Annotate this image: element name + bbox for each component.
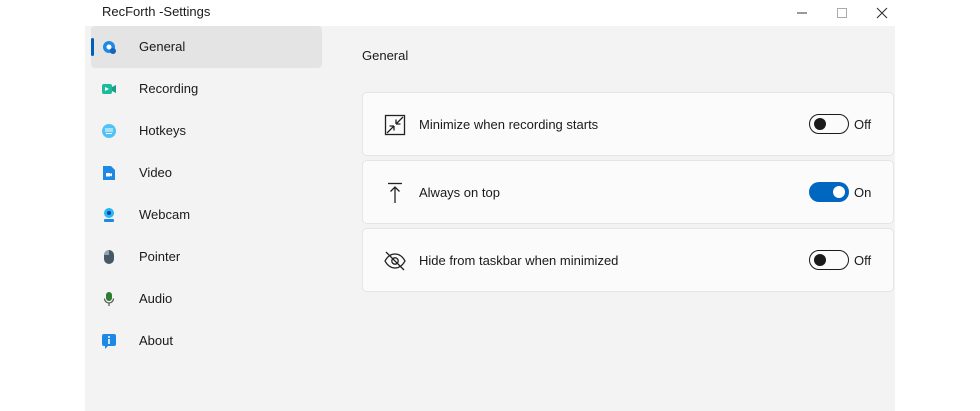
toggle-knob xyxy=(814,117,826,130)
pin-to-top-icon xyxy=(388,182,402,203)
close-icon xyxy=(876,7,888,19)
setting-label: Hide from taskbar when minimized xyxy=(419,253,619,268)
window-title: RecForth -Settings xyxy=(102,4,211,19)
toggle-state-text: On xyxy=(854,185,872,200)
sidebar: General Recording Hotkeys Video Webcam P… xyxy=(85,26,330,411)
keyboard-icon xyxy=(102,124,116,138)
mouse-icon xyxy=(104,250,114,264)
minimize-on-record-toggle[interactable] xyxy=(809,114,849,134)
setting-card-minimize-on-record: Minimize when recording starts Off xyxy=(362,92,894,156)
sidebar-item-label: About xyxy=(139,333,173,348)
sidebar-item-webcam[interactable]: Webcam xyxy=(91,194,322,236)
settings-content: General Minimize when recording starts O… xyxy=(330,26,895,411)
minimize-window-icon xyxy=(384,114,406,136)
info-icon xyxy=(102,334,116,349)
sidebar-item-general[interactable]: General xyxy=(91,26,322,68)
sidebar-item-video[interactable]: Video xyxy=(91,152,322,194)
title-bar: RecForth -Settings xyxy=(85,0,895,26)
minimize-icon xyxy=(797,12,807,14)
sidebar-item-audio[interactable]: Audio xyxy=(91,278,322,320)
sidebar-item-pointer[interactable]: Pointer xyxy=(91,236,322,278)
toggle-knob xyxy=(833,186,845,198)
gear-icon xyxy=(103,41,116,54)
sidebar-item-label: Audio xyxy=(139,291,173,306)
setting-card-always-on-top: Always on top On xyxy=(362,160,894,224)
always-on-top-toggle[interactable] xyxy=(809,182,849,202)
setting-label: Minimize when recording starts xyxy=(419,117,599,132)
maximize-icon xyxy=(837,8,847,18)
eye-off-icon xyxy=(384,251,406,271)
setting-card-hide-from-taskbar: Hide from taskbar when minimized Off xyxy=(362,228,894,292)
video-camera-icon xyxy=(102,84,116,94)
video-file-icon xyxy=(103,166,115,180)
toggle-state-text: Off xyxy=(854,117,872,132)
maximize-button[interactable] xyxy=(827,3,857,23)
hide-from-taskbar-toggle[interactable] xyxy=(809,250,849,270)
settings-window: RecForth -Settings General Recording Hot… xyxy=(85,0,895,411)
toggle-knob xyxy=(814,253,826,266)
sidebar-item-label: Video xyxy=(139,165,173,180)
sidebar-item-hotkeys[interactable]: Hotkeys xyxy=(91,110,322,152)
sidebar-item-label: Pointer xyxy=(139,249,181,264)
active-indicator xyxy=(91,38,94,56)
microphone-icon xyxy=(103,292,115,306)
close-button[interactable] xyxy=(867,3,897,23)
sidebar-item-label: General xyxy=(139,39,186,54)
webcam-icon xyxy=(104,208,114,222)
setting-label: Always on top xyxy=(419,185,500,200)
sidebar-item-label: Hotkeys xyxy=(139,123,186,138)
sidebar-item-label: Recording xyxy=(139,81,199,96)
toggle-state-text: Off xyxy=(854,253,872,268)
minimize-button[interactable] xyxy=(787,3,817,23)
sidebar-item-label: Webcam xyxy=(139,207,191,222)
sidebar-item-recording[interactable]: Recording xyxy=(91,68,322,110)
sidebar-item-about[interactable]: About xyxy=(91,320,322,362)
page-title: General xyxy=(362,48,409,63)
